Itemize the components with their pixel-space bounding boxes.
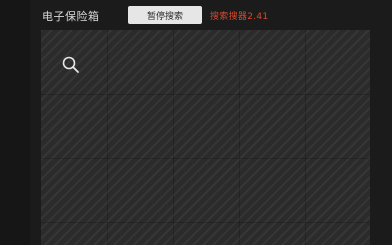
- search-result-panel: [41, 30, 370, 245]
- left-border: [0, 0, 30, 245]
- panel-grid-line: [107, 30, 108, 245]
- safe-box-window: 电子保险箱 暂停搜索 搜索搜器2.41: [0, 0, 392, 245]
- panel-grid-line: [173, 30, 174, 245]
- panel-grid-line: [41, 222, 370, 223]
- panel-grid-line: [239, 30, 240, 245]
- search-engine-status: 搜索搜器2.41: [210, 12, 269, 22]
- panel-grid-line: [41, 158, 370, 159]
- right-border: [370, 30, 392, 245]
- panel-grid-line: [41, 94, 370, 95]
- search-icon[interactable]: [61, 55, 81, 75]
- page-title: 电子保险箱: [42, 10, 100, 23]
- panel-grid-line: [305, 30, 306, 245]
- pause-search-button[interactable]: 暂停搜索: [128, 6, 202, 24]
